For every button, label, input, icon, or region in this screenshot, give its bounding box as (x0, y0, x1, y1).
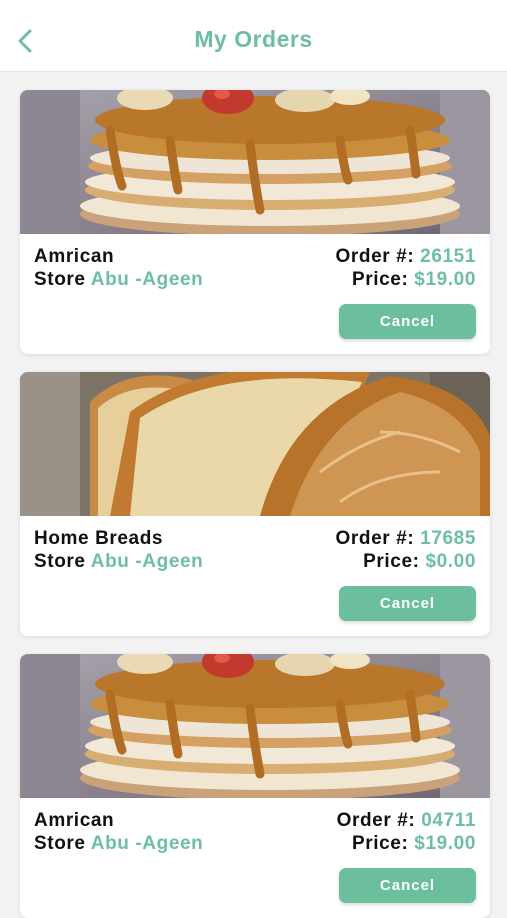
order-name: Amrican (34, 810, 115, 831)
store-value: Abu -Ageen (90, 551, 204, 572)
store-label: Store (34, 269, 86, 290)
pancakes-image (20, 90, 490, 234)
order-name: Home Breads (34, 528, 164, 549)
price-value: $19.00 (414, 269, 476, 290)
order-price: Price: $19.00 (352, 833, 476, 855)
order-card: Amrican Store Abu -Ageen Order #: 26151 … (20, 90, 490, 354)
price-value: $0.00 (425, 551, 476, 572)
order-number-label: Order #: (335, 246, 415, 267)
app-header: My Orders (0, 0, 507, 72)
order-number-label: Order #: (335, 528, 415, 549)
cancel-button[interactable]: Cancel (339, 868, 476, 903)
order-number-value: 26151 (420, 246, 476, 267)
order-number-value: 17685 (420, 528, 476, 549)
order-number-label: Order #: (336, 810, 416, 831)
store-label: Store (34, 833, 86, 854)
order-number: Order #: 17685 (336, 528, 476, 550)
order-number-value: 04711 (421, 810, 476, 831)
cancel-button[interactable]: Cancel (339, 304, 476, 339)
store-value: Abu -Ageen (90, 833, 204, 854)
order-card: Home Breads Store Abu -Ageen Order #: 17… (20, 372, 490, 636)
order-store: Store Abu -Ageen (34, 551, 203, 573)
price-label: Price: (351, 269, 409, 290)
store-value: Abu -Ageen (90, 269, 204, 290)
pancakes-image (20, 654, 490, 798)
order-price: Price: $19.00 (352, 269, 476, 291)
order-number: Order #: 04711 (337, 810, 476, 832)
price-label: Price: (363, 551, 420, 572)
bread-image (20, 372, 490, 516)
order-price: Price: $0.00 (363, 551, 476, 573)
order-store: Store Abu -Ageen (34, 833, 203, 855)
order-number: Order #: 26151 (336, 246, 476, 268)
price-value: $19.00 (414, 833, 476, 854)
store-label: Store (34, 551, 86, 572)
price-label: Price: (351, 833, 409, 854)
order-store: Store Abu -Ageen (34, 269, 203, 291)
order-card: Amrican Store Abu -Ageen Order #: 04711 … (20, 654, 490, 918)
order-name: Amrican (34, 246, 115, 267)
cancel-button[interactable]: Cancel (339, 586, 476, 621)
page-title: My Orders (194, 26, 313, 52)
